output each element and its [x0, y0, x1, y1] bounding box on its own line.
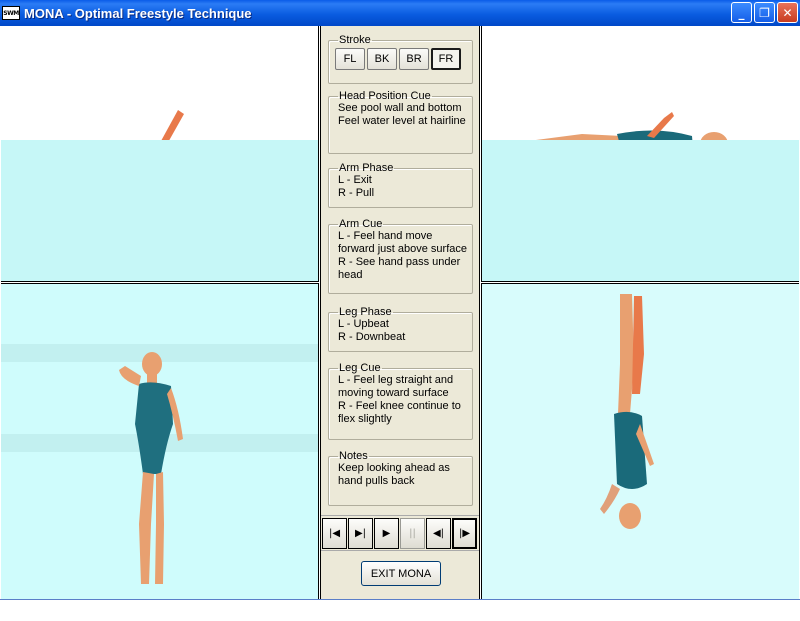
front-view-viewport[interactable]	[1, 26, 319, 282]
arm-cue-title: Arm Cue	[339, 218, 383, 230]
notes-text: Keep looking ahead as hand pulls back	[338, 462, 450, 487]
stroke-group: Stroke FL BK BR FR	[328, 34, 473, 84]
stroke-button-fl[interactable]: FL	[335, 48, 365, 70]
stroke-button-br[interactable]: BR	[399, 48, 429, 70]
top-view-viewport[interactable]	[481, 26, 799, 282]
leg-phase-title: Leg Phase	[339, 306, 392, 318]
app-icon: SWM	[2, 6, 20, 20]
head-position-cue-group: Head Position Cue See pool wall and bott…	[328, 90, 473, 154]
go-to-start-button[interactable]: |◀	[322, 518, 347, 549]
main-frame: Stroke FL BK BR FR Head Position Cue See…	[0, 26, 800, 600]
leg-cue-text: L - Feel leg straight and moving toward …	[338, 374, 461, 425]
arm-phase-group: Arm Phase L - Exit R - Pull	[328, 162, 473, 208]
step-back-button[interactable]: ◀|	[426, 518, 451, 549]
stroke-button-fr[interactable]: FR	[431, 48, 461, 70]
playback-controls: |◀ ▶| ▶ || ◀| |▶	[321, 515, 479, 551]
exit-mona-button[interactable]: EXIT MONA	[361, 561, 441, 586]
stroke-button-bk[interactable]: BK	[367, 48, 397, 70]
minimize-button[interactable]: _	[731, 2, 752, 23]
arm-phase-title: Arm Phase	[339, 162, 394, 174]
close-button[interactable]: ✕	[777, 2, 798, 23]
head-position-cue-title: Head Position Cue	[339, 90, 431, 102]
leg-cue-title: Leg Cue	[339, 362, 381, 374]
head-position-cue-text: See pool wall and bottom Feel water leve…	[338, 102, 466, 127]
under-view-viewport[interactable]	[481, 283, 799, 599]
control-panel: Stroke FL BK BR FR Head Position Cue See…	[320, 26, 480, 599]
notes-title: Notes	[339, 450, 368, 462]
leg-cue-group: Leg Cue L - Feel leg straight and moving…	[328, 362, 473, 440]
step-forward-button[interactable]: ▶|	[348, 518, 373, 549]
play-button[interactable]: ▶	[374, 518, 399, 549]
arm-phase-text: L - Exit R - Pull	[338, 174, 375, 199]
arm-cue-group: Arm Cue L - Feel hand move forward just …	[328, 218, 473, 294]
leg-phase-text: L - Upbeat R - Downbeat	[338, 318, 406, 343]
restore-button[interactable]: ❐	[754, 2, 775, 23]
notes-group: Notes Keep looking ahead as hand pulls b…	[328, 450, 473, 506]
go-to-end-button[interactable]: |▶	[452, 518, 477, 549]
window-title: MONA - Optimal Freestyle Technique	[24, 5, 252, 21]
leg-phase-group: Leg Phase L - Upbeat R - Downbeat	[328, 306, 473, 352]
swimmer-side-view	[1, 344, 318, 584]
side-view-viewport[interactable]	[1, 283, 319, 599]
arm-cue-text: L - Feel hand move forward just above su…	[338, 230, 468, 281]
swimmer-under-view	[600, 294, 654, 529]
title-bar: SWM MONA - Optimal Freestyle Technique _…	[0, 0, 800, 26]
pause-button[interactable]: ||	[400, 518, 425, 549]
stroke-group-title: Stroke	[339, 34, 371, 46]
